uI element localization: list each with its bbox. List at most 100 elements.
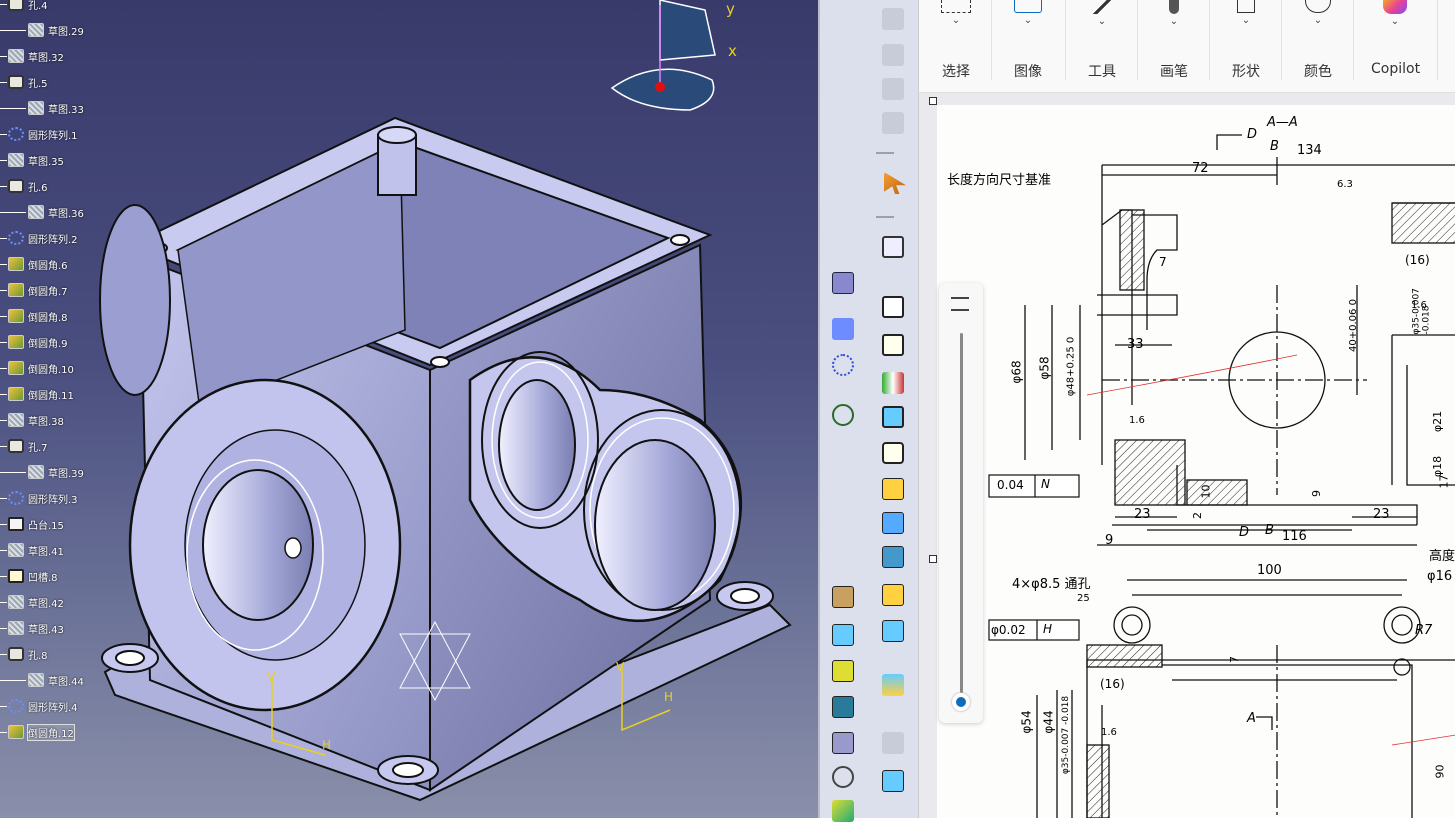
point-icon[interactable] [832, 404, 854, 426]
chamfer-feature-icon [8, 257, 24, 271]
slot-icon[interactable] [882, 512, 904, 534]
canvas-area[interactable]: A—A D B 134 72 长度方向尺寸基准 6.3 7 (16) 33 φ6… [919, 93, 1455, 818]
constraint-icon[interactable] [832, 272, 854, 294]
transform-icon[interactable] [832, 318, 854, 340]
analysis-icon[interactable] [882, 770, 904, 792]
thickness-icon[interactable] [832, 660, 854, 682]
tree-item[interactable]: 草图.36 [28, 202, 84, 222]
stiffener-icon[interactable] [882, 546, 904, 568]
grayed-tool-icon-1[interactable] [882, 8, 904, 30]
chamfer-feature-icon [8, 309, 24, 323]
axis-v-label-left: V [267, 670, 276, 684]
shell-icon[interactable] [832, 696, 854, 718]
tree-item[interactable]: 圆形阵列.3 [8, 488, 78, 508]
tree-item[interactable]: 孔.6 [8, 176, 48, 196]
engineering-drawing-image[interactable]: A—A D B 134 72 长度方向尺寸基准 6.3 7 (16) 33 φ6… [937, 105, 1455, 818]
ribbon-tools[interactable]: ⌄ 工具 [1085, 0, 1119, 92]
tree-item[interactable]: 草图.33 [28, 98, 84, 118]
chevron-down-icon[interactable]: ⌄ [1098, 16, 1106, 27]
tree-item[interactable]: 圆形阵列.4 [8, 696, 78, 716]
dim-9-b: 9 [1105, 533, 1114, 548]
pad-icon[interactable] [882, 296, 904, 318]
chevron-down-icon[interactable]: ⌄ [1024, 15, 1032, 26]
tree-item[interactable]: 草图.42 [8, 592, 64, 612]
chevron-down-icon[interactable]: ⌄ [1391, 16, 1399, 27]
tree-item[interactable]: 孔.8 [8, 644, 48, 664]
pocket-icon[interactable] [882, 334, 904, 356]
measure-icon[interactable] [882, 732, 904, 754]
zoom-slider-track[interactable] [960, 333, 963, 693]
tree-item[interactable]: 草图.35 [8, 150, 64, 170]
select-arrow-icon[interactable] [884, 172, 906, 194]
tree-item-label: 孔.8 [28, 650, 48, 662]
tree-item[interactable]: 圆形阵列.2 [8, 228, 78, 248]
shaft-icon[interactable] [882, 372, 904, 394]
pattern-icon[interactable] [832, 354, 854, 376]
tree-item[interactable]: 凹槽.8 [8, 566, 58, 586]
chevron-down-icon[interactable]: ⌄ [1314, 15, 1322, 26]
dim-phi35-bottom: φ35-0.007 -0.018 [1061, 695, 1072, 775]
dress-up-icon[interactable] [832, 586, 854, 608]
dim-40: 40+0.06 0 [1347, 299, 1359, 352]
tree-item[interactable]: 倒圆角.6 [8, 254, 68, 274]
sketch-icon[interactable] [882, 236, 904, 258]
sketch-feature-icon [28, 23, 44, 37]
brush-icon [1169, 0, 1179, 14]
surface-icon[interactable] [882, 674, 904, 696]
boolean-icon[interactable] [832, 732, 854, 754]
chamfer-icon[interactable] [882, 620, 904, 642]
zoom-panel[interactable] [939, 283, 983, 723]
tree-item[interactable]: 草图.32 [8, 46, 64, 66]
cad-3d-viewport[interactable]: y x H H V V 孔.4 草图.29 草图.32 孔.5 草图.33 圆形阵列.1 草… [0, 0, 818, 818]
tree-item[interactable]: 圆形阵列.1 [8, 124, 78, 144]
chevron-down-icon[interactable]: ⌄ [952, 15, 960, 26]
grayed-tool-icon-3[interactable] [882, 78, 904, 100]
tree-item[interactable]: 草图.43 [8, 618, 64, 638]
draft-icon[interactable] [832, 624, 854, 646]
tree-item[interactable]: 孔.5 [8, 72, 48, 92]
target-icon[interactable] [832, 766, 854, 788]
ribbon-brush[interactable]: ⌄ 画笔 [1157, 0, 1191, 92]
tree-item[interactable]: 倒圆角.9 [8, 332, 68, 352]
tree-item[interactable]: 凸台.15 [8, 514, 64, 534]
canvas-resize-handle-side[interactable] [929, 555, 937, 563]
tree-item[interactable]: 倒圆角.12 [8, 722, 75, 742]
tree-item[interactable]: 倒圆角.8 [8, 306, 68, 326]
tree-item-label: 倒圆角.11 [28, 390, 74, 402]
canvas-resize-handle[interactable] [929, 97, 937, 105]
chevron-down-icon[interactable]: ⌄ [1170, 16, 1178, 27]
rib-icon[interactable] [882, 478, 904, 500]
ribbon-copilot[interactable]: ⌄ Copilot [1371, 0, 1420, 92]
tree-item[interactable]: 倒圆角.7 [8, 280, 68, 300]
dim-7-bottom: 7 [1228, 656, 1241, 663]
tree-item[interactable]: 草图.29 [28, 20, 84, 40]
tree-item[interactable]: 孔.4 [8, 0, 48, 14]
tree-item-label: 草图.36 [48, 208, 84, 220]
part-icon[interactable] [832, 800, 854, 822]
tree-item[interactable]: 草图.44 [28, 670, 84, 690]
zoom-slider-thumb[interactable] [952, 693, 970, 711]
fillet-icon[interactable] [882, 584, 904, 606]
tolerance-datum-n: N [1041, 477, 1050, 491]
tree-item[interactable]: 草图.38 [8, 410, 64, 430]
ribbon-colors[interactable]: ⌄ 颜色 [1301, 0, 1335, 92]
grayed-tool-icon-4[interactable] [882, 112, 904, 134]
tree-item[interactable]: 草图.39 [28, 462, 84, 482]
tree-item[interactable]: 孔.7 [8, 436, 48, 456]
ribbon-select[interactable]: ⌄ 选择 [939, 0, 973, 92]
hole-feature-icon [8, 439, 24, 453]
grayed-tool-icon-2[interactable] [882, 44, 904, 66]
tree-item[interactable]: 倒圆角.11 [8, 384, 74, 404]
tree-connector [0, 394, 7, 395]
ribbon-shapes[interactable]: ⌄ 形状 [1229, 0, 1263, 92]
groove-icon[interactable] [882, 406, 904, 428]
ribbon-image[interactable]: ⌄ 图像 [1011, 0, 1045, 92]
hole-icon[interactable] [882, 442, 904, 464]
tree-item[interactable]: 倒圆角.10 [8, 358, 74, 378]
zoom-layers-icon[interactable] [951, 297, 969, 311]
specification-tree[interactable]: 孔.4 草图.29 草图.32 孔.5 草图.33 圆形阵列.1 草图.35 孔.6 草图.36… [0, 0, 140, 818]
chevron-down-icon[interactable]: ⌄ [1242, 15, 1250, 26]
shapes-icon [1237, 0, 1255, 13]
tree-item[interactable]: 草图.41 [8, 540, 64, 560]
pad-feature-icon [8, 517, 24, 531]
